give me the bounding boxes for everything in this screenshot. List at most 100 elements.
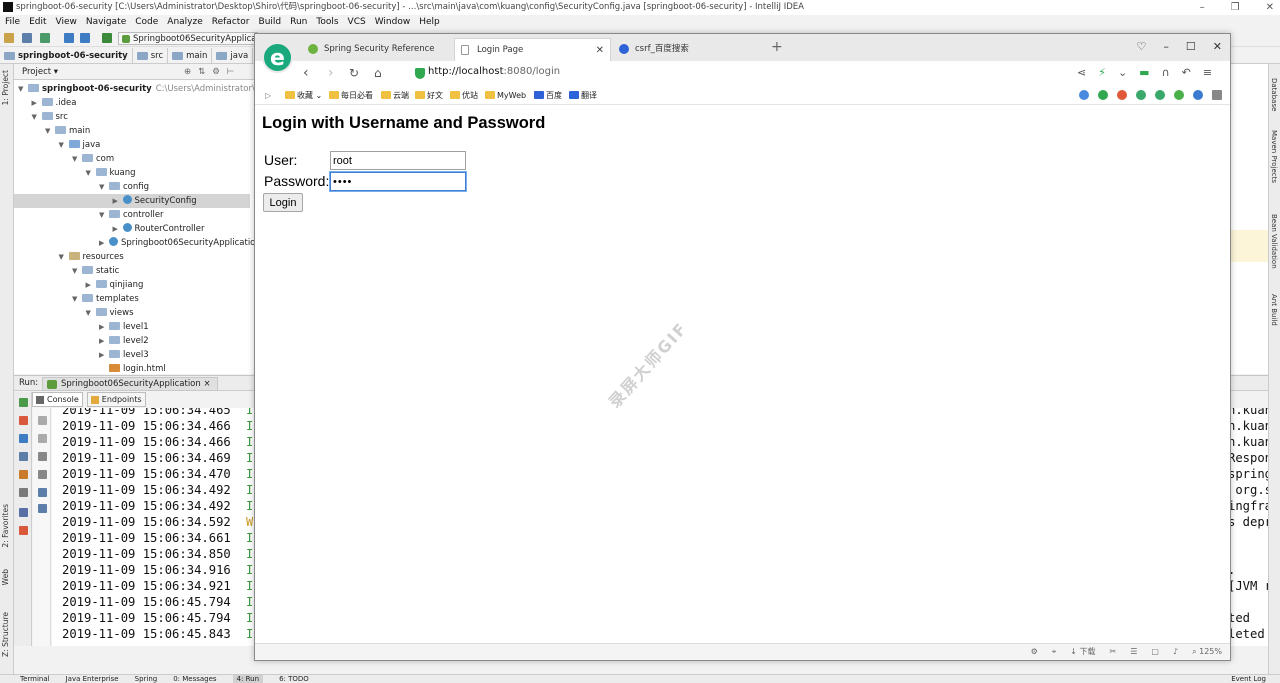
ide-window-controls[interactable]: – ❐ ✕ — [1200, 0, 1274, 15]
bookmark-daily[interactable]: 每日必看 — [329, 86, 373, 105]
expand-arrow-icon[interactable]: ▼ — [32, 110, 42, 124]
menu-tools[interactable]: Tools — [316, 15, 338, 30]
screenshot-icon[interactable]: ✂ — [1110, 644, 1117, 660]
bookmark-favorites[interactable]: 收藏 ⌄ — [285, 86, 322, 105]
tree-item[interactable]: ▼ resources — [14, 250, 250, 264]
tree-item[interactable]: login.html — [14, 362, 250, 374]
tree-item[interactable]: ▼ config — [14, 180, 250, 194]
menu-navigate[interactable]: Navigate — [86, 15, 126, 30]
maven-tool-tab[interactable]: Maven Projects — [1270, 130, 1278, 183]
collapse-arrow-icon[interactable]: ▶ — [113, 222, 123, 236]
tree-item[interactable]: ▶ level1 — [14, 320, 250, 334]
extension-icon[interactable] — [1155, 90, 1165, 100]
close-tab-icon[interactable]: ✕ — [596, 39, 604, 62]
shirt-skin-icon[interactable]: ♡ — [1137, 40, 1147, 53]
tree-item[interactable]: ▶ qinjiang — [14, 278, 250, 292]
console-tab[interactable]: Console — [32, 392, 83, 407]
project-tool-tab[interactable]: 1: Project — [1, 70, 13, 105]
breadcrumb-src[interactable]: src — [133, 47, 169, 64]
bookmark-myweb[interactable]: MyWeb — [485, 86, 526, 105]
extension-icon[interactable] — [1117, 90, 1127, 100]
browser-logo[interactable]: e — [262, 42, 293, 73]
build-icon[interactable] — [102, 33, 112, 43]
expand-arrow-icon[interactable]: ▼ — [99, 180, 109, 194]
bookmark-sites[interactable]: 优站 — [450, 86, 478, 105]
collapse-arrow-icon[interactable]: ▶ — [32, 96, 42, 110]
tree-item[interactable]: ▼ main — [14, 124, 250, 138]
collapse-arrow-icon[interactable]: ▶ — [113, 194, 123, 208]
breadcrumb-java[interactable]: java — [212, 47, 254, 64]
tree-item[interactable]: ▼ templates — [14, 292, 250, 306]
pause-icon[interactable] — [19, 434, 28, 443]
menu-file[interactable]: File — [5, 15, 20, 30]
new-tab-button[interactable]: + — [771, 39, 783, 55]
expand-arrow-icon[interactable]: ▼ — [18, 82, 28, 96]
minimize-icon[interactable]: – — [1200, 0, 1205, 15]
close-icon[interactable]: ✕ — [1213, 40, 1222, 53]
extension-icon[interactable] — [1079, 90, 1089, 100]
tree-item[interactable]: ▼ views — [14, 306, 250, 320]
expand-arrow-icon[interactable]: ▼ — [72, 152, 82, 166]
tree-item[interactable]: ▶ level3 — [14, 348, 250, 362]
collapse-arrow-icon[interactable]: ▶ — [99, 320, 109, 334]
minimize-icon[interactable]: – — [1163, 40, 1169, 53]
sync-icon[interactable] — [40, 33, 50, 43]
expand-arrow-icon[interactable]: ▼ — [99, 208, 109, 222]
endpoints-tab[interactable]: Endpoints — [86, 392, 146, 407]
scroll-end-icon[interactable] — [38, 470, 47, 479]
apps-grid-icon[interactable] — [1212, 90, 1222, 100]
messages-tab[interactable]: 0: Messages — [173, 675, 216, 683]
close-icon[interactable]: ✕ — [1266, 0, 1274, 15]
sidebar-toggle-icon[interactable]: ▷ — [265, 86, 271, 105]
chevron-down-icon[interactable]: ⌄ — [1118, 66, 1127, 79]
tree-item[interactable]: ▼ controller — [14, 208, 250, 222]
download-button[interactable]: ↓ 下载 — [1070, 644, 1095, 660]
bookmark-articles[interactable]: 好文 — [415, 86, 443, 105]
extension-icon[interactable] — [1098, 90, 1108, 100]
dump-threads-icon[interactable] — [19, 452, 28, 461]
forward-icon[interactable] — [80, 33, 90, 43]
collapse-arrow-icon[interactable]: ▶ — [86, 278, 96, 292]
open-icon[interactable] — [4, 33, 14, 43]
expand-arrow-icon[interactable]: ▼ — [59, 250, 69, 264]
volume-icon[interactable]: ♪ — [1173, 644, 1178, 660]
expand-arrow-icon[interactable]: ▼ — [86, 306, 96, 320]
bookmark-translate[interactable]: 翻译 — [569, 86, 597, 105]
menu-vcs[interactable]: VCS — [348, 15, 366, 30]
hide-icon[interactable]: ⊢ — [227, 64, 234, 80]
rerun-icon[interactable] — [19, 398, 28, 407]
restore-icon[interactable]: ❐ — [1231, 0, 1240, 15]
bookmark-baidu[interactable]: 百度 — [534, 86, 562, 105]
ant-build-tool-tab[interactable]: Ant Build — [1270, 294, 1278, 326]
save-icon[interactable] — [22, 33, 32, 43]
web-tool-tab[interactable]: Web — [1, 569, 13, 585]
window-icon[interactable]: ▢ — [1151, 644, 1159, 660]
menu-refactor[interactable]: Refactor — [212, 15, 250, 30]
extension-icon[interactable] — [1136, 90, 1146, 100]
address-bar[interactable]: http://localhost:8080/login — [428, 66, 560, 77]
favorites-tool-tab[interactable]: 2: Favorites — [1, 504, 13, 548]
menu-code[interactable]: Code — [135, 15, 158, 30]
tab-spring-security-reference[interactable]: Spring Security Reference — [302, 38, 452, 61]
lightning-icon[interactable]: ⚡ — [1098, 66, 1106, 79]
menu-run[interactable]: Run — [290, 15, 307, 30]
trash-icon[interactable] — [38, 504, 47, 513]
search-icon[interactable] — [1193, 90, 1203, 100]
event-log-tab[interactable]: Event Log — [1231, 675, 1266, 683]
undo-icon[interactable]: ↶ — [1182, 66, 1191, 79]
expand-arrow-icon[interactable]: ▼ — [45, 124, 55, 138]
locate-icon[interactable]: ⊕ — [184, 64, 191, 80]
expand-arrow-icon[interactable]: ▼ — [59, 138, 69, 152]
tab-login-page[interactable]: Login Page ✕ — [454, 38, 611, 61]
tree-item[interactable]: ▼ src — [14, 110, 250, 124]
zoom-control[interactable]: ⌕ 125% — [1192, 644, 1222, 660]
headphone-icon[interactable]: ∩ — [1162, 66, 1170, 79]
database-tool-tab[interactable]: Database — [1270, 78, 1278, 111]
collapse-arrow-icon[interactable]: ▶ — [99, 236, 109, 250]
menu-analyze[interactable]: Analyze — [167, 15, 202, 30]
breadcrumb-project[interactable]: springboot-06-security — [0, 47, 133, 64]
collapse-icon[interactable]: ⇅ — [198, 64, 205, 80]
tree-item[interactable]: ▶ SecurityConfig — [14, 194, 250, 208]
close-run-icon[interactable] — [19, 526, 28, 535]
run-tool-tab[interactable]: 4: Run — [232, 675, 264, 683]
